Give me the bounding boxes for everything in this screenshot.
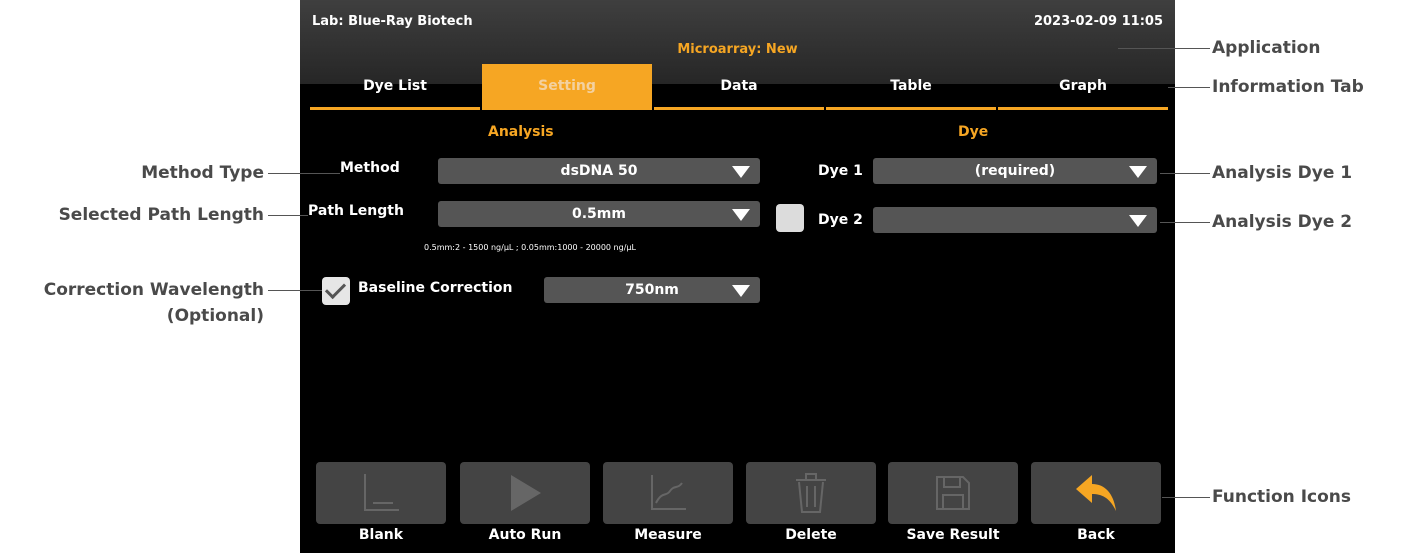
application-title: Microarray: New (677, 42, 798, 57)
annotation-information-tab: Information Tab (1212, 77, 1364, 97)
dye1-callout-line (1160, 173, 1210, 174)
tab-graph[interactable]: Graph (998, 64, 1168, 110)
auto-run-button[interactable] (460, 462, 590, 524)
function-icons-callout-line (1162, 497, 1210, 498)
lab-name: Lab: Blue-Ray Biotech (312, 14, 473, 29)
dropdown-arrow-icon (1129, 166, 1147, 178)
method-dropdown[interactable]: dsDNA 50 (438, 158, 760, 184)
dye2-label: Dye 2 (818, 212, 863, 228)
annotation-correction-wavelength: Correction Wavelength (43, 280, 264, 300)
dropdown-arrow-icon (732, 166, 750, 178)
tab-setting[interactable]: Setting (482, 64, 652, 110)
device-screen: Lab: Blue-Ray Biotech 2023-02-09 11:05 M… (300, 0, 1175, 553)
save-icon (936, 476, 970, 510)
blank-label: Blank (358, 527, 404, 543)
path-length-value: 0.5mm (572, 206, 626, 222)
analysis-title: Analysis (488, 124, 554, 140)
annotation-optional: (Optional) (166, 306, 264, 326)
save-result-button[interactable] (888, 462, 1018, 524)
path-range-note: 0.5mm:2 - 1500 ng/µL ; 0.05mm:1000 - 200… (424, 243, 636, 252)
dye1-label: Dye 1 (818, 163, 863, 179)
annotation-application: Application (1212, 38, 1321, 58)
delete-label: Delete (785, 527, 837, 543)
tab-dye-list[interactable]: Dye List (310, 64, 480, 110)
save-result-label: Save Result (906, 527, 1000, 543)
annotation-method-type: Method Type (141, 163, 264, 183)
tab-table[interactable]: Table (826, 64, 996, 110)
tab-bar: Dye List Setting Data Table Graph (310, 64, 1170, 110)
method-callout-line (268, 173, 340, 174)
information-tab-callout-line (1168, 87, 1210, 88)
application-callout-line (1118, 48, 1210, 49)
dye2-checkbox[interactable] (776, 204, 804, 232)
annotation-selected-path-length: Selected Path Length (58, 205, 264, 225)
baseline-value: 750nm (625, 282, 679, 298)
trash-icon (796, 473, 826, 513)
path-length-label: Path Length (308, 203, 404, 219)
method-label: Method (340, 160, 400, 176)
annotation-function-icons: Function Icons (1212, 487, 1352, 507)
dye1-value: (required) (974, 163, 1056, 179)
measure-icon (651, 475, 686, 510)
dropdown-arrow-icon (732, 285, 750, 297)
measure-label: Measure (634, 527, 702, 543)
datetime: 2023-02-09 11:05 (1033, 14, 1163, 29)
delete-button[interactable] (746, 462, 876, 524)
blank-button[interactable] (316, 462, 446, 524)
dropdown-arrow-icon (1129, 215, 1147, 227)
back-label: Back (1077, 527, 1115, 543)
dye-title: Dye (958, 124, 989, 140)
auto-run-label: Auto Run (488, 527, 562, 543)
baseline-checkbox[interactable] (322, 277, 350, 305)
play-icon (511, 475, 541, 511)
back-button[interactable] (1031, 462, 1161, 524)
dye2-dropdown[interactable] (873, 207, 1157, 233)
path-length-callout-line (268, 215, 308, 216)
annotation-analysis-dye-2: Analysis Dye 2 (1212, 212, 1353, 232)
checkmark-icon (324, 277, 347, 300)
tab-data[interactable]: Data (654, 64, 824, 110)
blank-icon (364, 474, 399, 511)
baseline-dropdown[interactable]: 750nm (544, 277, 760, 303)
dye2-callout-line (1160, 222, 1210, 223)
dye1-dropdown[interactable]: (required) (873, 158, 1157, 184)
method-value: dsDNA 50 (560, 163, 638, 179)
dropdown-arrow-icon (732, 209, 750, 221)
annotation-analysis-dye-1: Analysis Dye 1 (1212, 163, 1353, 183)
baseline-callout-line (268, 290, 322, 291)
path-length-dropdown[interactable]: 0.5mm (438, 201, 760, 227)
back-arrow-icon (1076, 475, 1116, 511)
baseline-label: Baseline Correction (358, 280, 513, 296)
measure-button[interactable] (603, 462, 733, 524)
